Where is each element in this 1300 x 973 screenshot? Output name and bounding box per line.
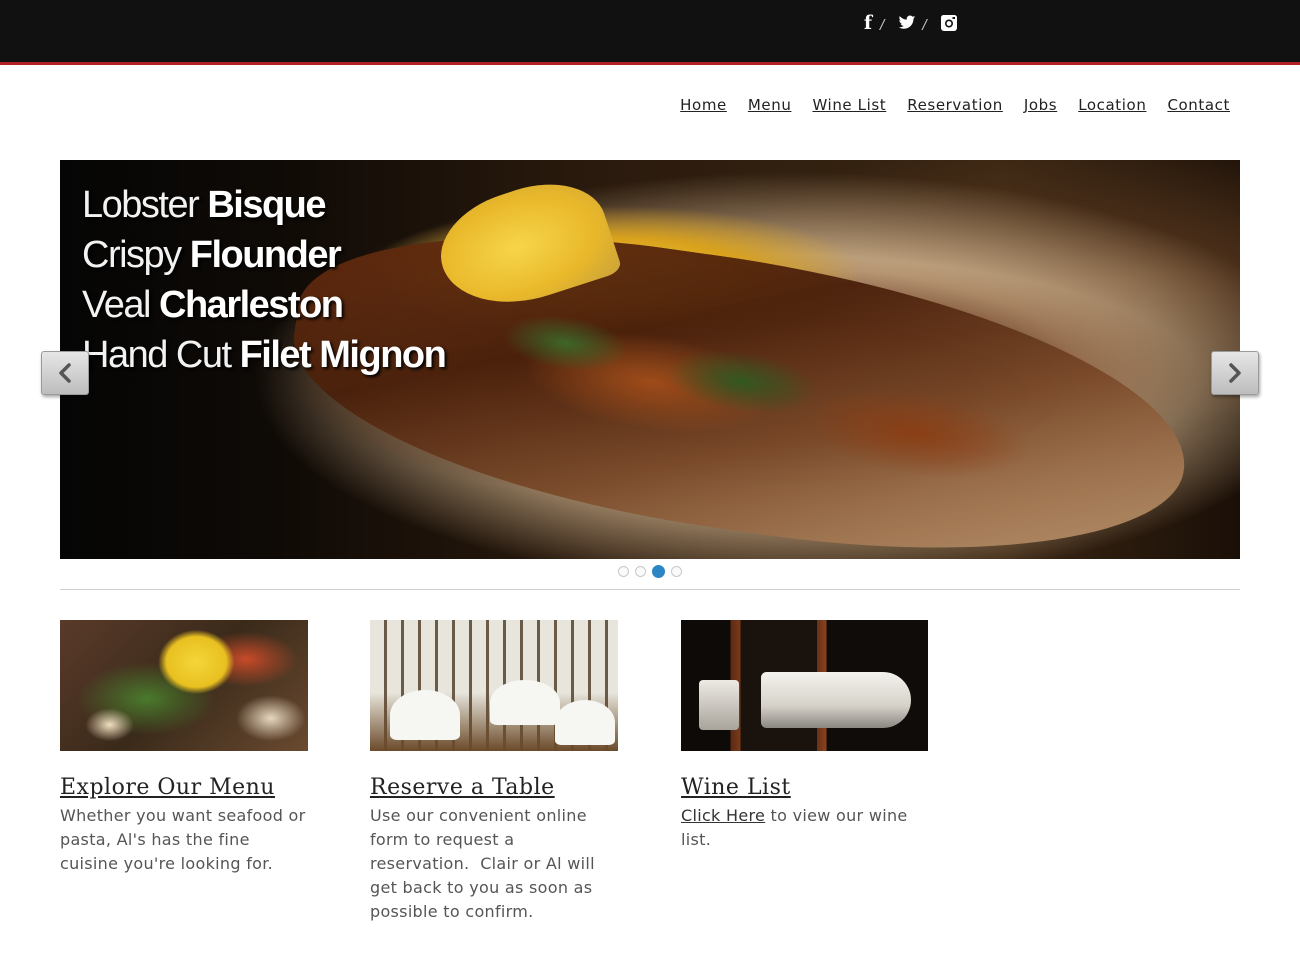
nav-location[interactable]: Location (1078, 96, 1146, 114)
slider-dot-active[interactable] (652, 565, 665, 578)
nav-reservation[interactable]: Reservation (907, 96, 1003, 114)
twitter-icon (899, 15, 916, 29)
chevron-right-icon (1229, 363, 1241, 383)
dining-room-photo[interactable] (370, 620, 618, 751)
facebook-icon: f (863, 12, 873, 34)
card-wine: Wine List Click Here to view our wine li… (681, 620, 928, 852)
top-bar: f / / (0, 0, 1300, 65)
slide-line: Hand Cut Filet Mignon (82, 334, 447, 376)
slide-caption: Lobster Bisque Crispy Flounder Veal Char… (82, 180, 447, 380)
social-separator: / (922, 17, 927, 33)
card-menu-text: Whether you want seafood or pasta, Al's … (60, 806, 306, 873)
slide-line: Crispy Flounder (82, 234, 342, 276)
slider-dot[interactable] (671, 566, 682, 577)
nav-contact[interactable]: Contact (1167, 96, 1230, 114)
chevron-left-icon (59, 363, 71, 383)
social-links: f / / (862, 12, 957, 34)
instagram-icon (940, 15, 957, 31)
slide-line: Lobster Bisque (82, 184, 327, 226)
slide-line: Veal Charleston (82, 284, 344, 326)
slider-pagination (618, 565, 682, 578)
nav-wine-list[interactable]: Wine List (812, 96, 886, 114)
card-menu-title[interactable]: Explore Our Menu (60, 775, 308, 800)
instagram-link[interactable] (940, 15, 957, 31)
main-nav: Home Menu Wine List Reservation Jobs Loc… (659, 96, 1230, 114)
slider-next-button[interactable] (1211, 351, 1259, 395)
wine-list-link[interactable]: Click Here (681, 806, 765, 825)
card-reserve: Reserve a Table Use our convenient onlin… (370, 620, 618, 924)
social-separator: / (880, 17, 885, 33)
card-wine-title[interactable]: Wine List (681, 775, 928, 800)
nav-home[interactable]: Home (680, 96, 727, 114)
slider-prev-button[interactable] (41, 351, 89, 395)
wine-bottle-photo[interactable] (681, 620, 928, 751)
card-wine-text: Click Here to view our wine list. (681, 804, 928, 852)
card-reserve-text: Use our convenient online form to reques… (370, 806, 601, 921)
menu-photo[interactable] (60, 620, 308, 751)
hero-slider: Lobster Bisque Crispy Flounder Veal Char… (60, 160, 1240, 559)
nav-menu[interactable]: Menu (748, 96, 792, 114)
card-reserve-title[interactable]: Reserve a Table (370, 775, 618, 800)
facebook-link[interactable]: f (862, 12, 874, 34)
nav-jobs[interactable]: Jobs (1024, 96, 1057, 114)
slider-dot[interactable] (635, 566, 646, 577)
slider-dot[interactable] (618, 566, 629, 577)
twitter-link[interactable] (898, 15, 916, 31)
section-divider (60, 589, 1240, 590)
card-menu: Explore Our Menu Whether you want seafoo… (60, 620, 308, 876)
